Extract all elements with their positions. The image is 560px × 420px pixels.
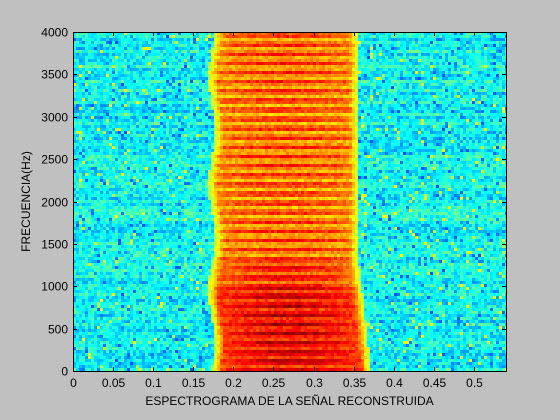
y-axis-label: FRECUENCIA(Hz)	[19, 151, 33, 252]
y-tick-label: 500	[48, 323, 68, 337]
x-tick-label: 0.35	[343, 376, 367, 390]
y-tick-label: 4000	[41, 26, 68, 40]
y-tick-label: 1500	[41, 238, 68, 252]
y-tick-label: 3500	[41, 68, 68, 82]
x-tick-label: 0.15	[182, 376, 206, 390]
figure-window: 0 0.05 0.1 0.15 0.2 0.25 0.3 0.35 0.4 0.45 0.5 0 500…	[0, 0, 560, 420]
x-tick-label: 0.3	[306, 376, 323, 390]
x-tick-label: 0.5	[466, 376, 483, 390]
x-tick-label: 0	[70, 376, 77, 390]
y-tick-label: 0	[61, 365, 68, 379]
y-tick-label: 3000	[41, 111, 68, 125]
spectrogram-figure: 0 0.05 0.1 0.15 0.2 0.25 0.3 0.35 0.4 0.45 0.5 0 500…	[19, 26, 507, 408]
y-tick-label: 1000	[41, 280, 68, 294]
x-tick-label: 0.25	[262, 376, 286, 390]
x-tick-label: 0.05	[102, 376, 126, 390]
x-tick-label: 0.1	[145, 376, 162, 390]
x-tick-label: 0.4	[386, 376, 403, 390]
x-axis-label: ESPECTROGRAMA DE LA SEÑAL RECONSTRUIDA	[145, 394, 433, 408]
y-tick-label: 2500	[41, 153, 68, 167]
y-tick-label: 2000	[41, 196, 68, 210]
spectrogram-heatmap	[73, 32, 506, 371]
x-tick-label: 0.45	[423, 376, 447, 390]
x-tick-label: 0.2	[225, 376, 242, 390]
